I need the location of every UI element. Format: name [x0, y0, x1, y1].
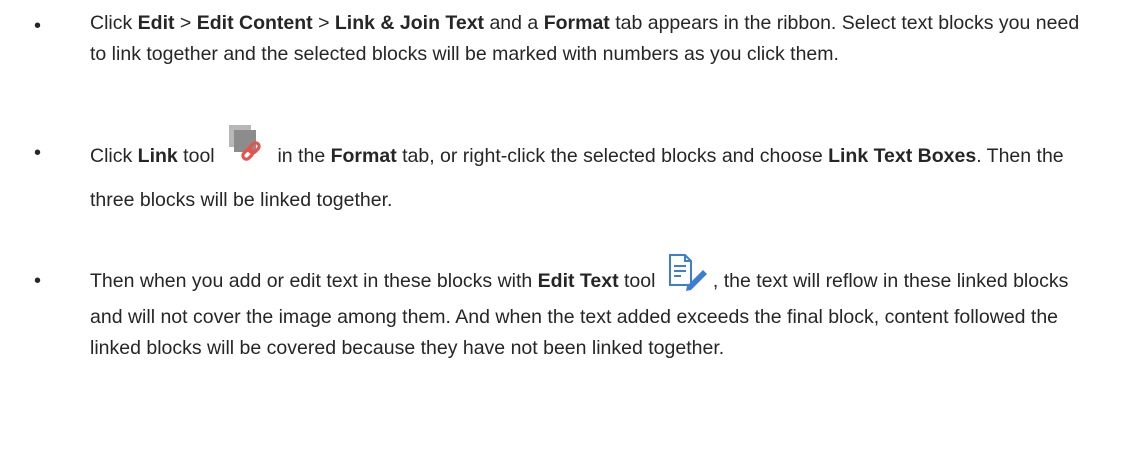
bullet-marker: •: [34, 142, 42, 164]
bullet-marker: •: [34, 15, 42, 37]
text-run: >: [174, 12, 197, 34]
edit-text-tool-label: Edit Text: [537, 270, 619, 293]
document-page: • Click Edit > Edit Content > Link & Joi…: [0, 0, 1123, 450]
text-run: in the: [272, 145, 331, 167]
link-tool-label: Link: [137, 145, 178, 167]
link-tool-icon: [229, 124, 261, 161]
text-run: Click: [90, 12, 138, 34]
text-run: Then when you add or edit text in these …: [90, 270, 538, 293]
link-text-boxes-label: Link Text Boxes: [828, 145, 977, 167]
format-tab-label: Format: [330, 145, 397, 167]
text-run: tool: [618, 270, 661, 293]
menu-edit-content-label: Edit Content: [196, 12, 313, 34]
bullet-marker: •: [34, 270, 42, 292]
bullet-text: Click Link tool in the Format tab, or ri…: [90, 124, 1090, 222]
text-run: Click: [90, 145, 138, 167]
text-run: tool: [177, 145, 221, 167]
text-run: >: [312, 12, 335, 34]
text-run: tab, or right-click the selected blocks …: [396, 145, 829, 167]
bullet-text: Then when you add or edit text in these …: [90, 254, 1090, 364]
format-tab-label: Format: [543, 12, 610, 34]
edit-text-tool-icon: [668, 254, 707, 291]
bullet-text: Click Edit > Edit Content > Link & Join …: [90, 8, 1090, 70]
text-run: and a: [484, 12, 544, 34]
menu-link-join-text-label: Link & Join Text: [334, 12, 485, 34]
menu-edit-label: Edit: [137, 12, 175, 34]
